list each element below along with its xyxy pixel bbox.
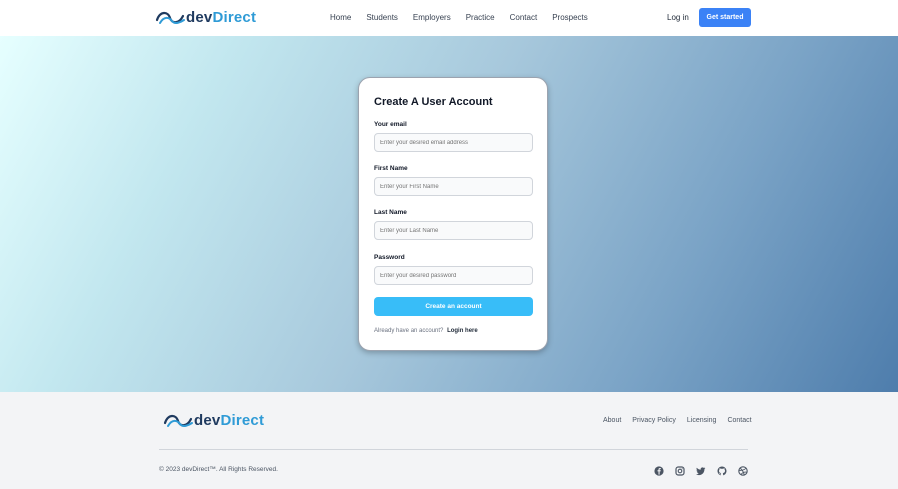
site-footer: devDirect About Privacy Policy Licensing… — [0, 392, 898, 489]
footer-brand-name: devDirect — [194, 412, 264, 429]
footer-link-about[interactable]: About — [603, 417, 621, 424]
copyright-text: © 2023 devDirect™. All Rights Reserved. — [159, 466, 278, 473]
brand-dev: dev — [186, 9, 213, 26]
signin-row: Already have an account? Login here — [374, 328, 478, 334]
footer-link-licensing[interactable]: Licensing — [687, 417, 717, 424]
social-links — [654, 463, 759, 476]
nav-employers[interactable]: Employers — [413, 13, 451, 22]
footer-logo[interactable]: devDirect — [163, 411, 264, 430]
dribbble-icon[interactable] — [738, 463, 748, 476]
password-field[interactable] — [374, 266, 533, 285]
last-name-label: Last Name — [374, 209, 407, 216]
wave-logo-icon — [163, 414, 193, 427]
email-field[interactable] — [374, 133, 533, 152]
first-name-field[interactable] — [374, 177, 533, 196]
github-icon[interactable] — [717, 463, 727, 476]
nav-prospects[interactable]: Prospects — [552, 13, 588, 22]
nav-students[interactable]: Students — [366, 13, 398, 22]
brand-name: devDirect — [186, 9, 256, 26]
last-name-field[interactable] — [374, 221, 533, 240]
signup-card: Create A User Account Your email First N… — [358, 77, 548, 351]
footer-links: About Privacy Policy Licensing Contact — [603, 417, 763, 424]
instagram-icon[interactable] — [675, 463, 685, 476]
email-label: Your email — [374, 121, 407, 128]
wave-logo-icon — [155, 11, 185, 24]
site-header: devDirect Home Students Employers Practi… — [0, 0, 898, 36]
footer-link-contact[interactable]: Contact — [727, 417, 751, 424]
nav-practice[interactable]: Practice — [466, 13, 495, 22]
password-label: Password — [374, 254, 405, 261]
login-here-link[interactable]: Login here — [447, 328, 478, 334]
form-title: Create A User Account — [374, 96, 493, 108]
facebook-icon[interactable] — [654, 463, 664, 476]
nav-contact[interactable]: Contact — [510, 13, 538, 22]
first-name-label: First Name — [374, 165, 408, 172]
create-account-button[interactable]: Create an account — [374, 297, 533, 316]
brand-direct: Direct — [212, 9, 257, 26]
login-link[interactable]: Log in — [667, 13, 689, 22]
nav-home[interactable]: Home — [330, 13, 351, 22]
footer-brand-dev: dev — [194, 412, 221, 429]
site-logo[interactable]: devDirect — [155, 8, 256, 27]
twitter-icon[interactable] — [696, 463, 706, 476]
signin-prompt: Already have an account? — [374, 328, 444, 334]
footer-divider — [159, 449, 748, 450]
footer-brand-direct: Direct — [220, 412, 265, 429]
footer-link-privacy[interactable]: Privacy Policy — [632, 417, 676, 424]
main-nav: Home Students Employers Practice Contact… — [330, 13, 603, 22]
hero-section: Create A User Account Your email First N… — [0, 36, 898, 392]
get-started-button[interactable]: Get started — [699, 8, 751, 27]
